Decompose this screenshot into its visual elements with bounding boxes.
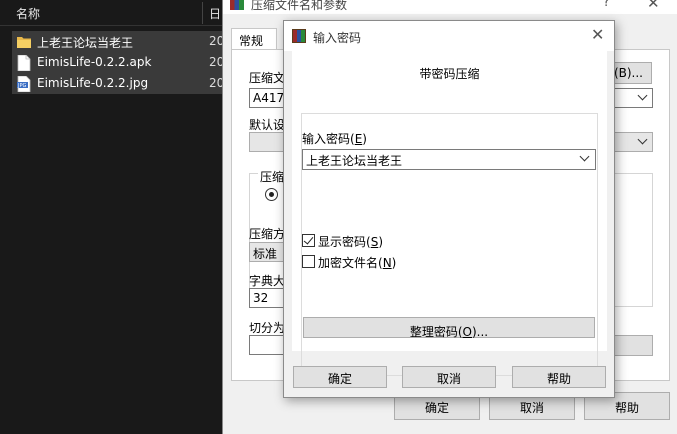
password-value: 上老王论坛当老王 (306, 154, 403, 168)
password-dialog: 输入密码 ✕ 带密码压缩 输入密码(E) 上老王论坛当老王 显示密码(S) 加密… (283, 20, 615, 398)
cancel-label: 取消 (436, 372, 461, 386)
file-name: EimisLife-0.2.2.jpg (37, 76, 149, 90)
winrar-icon (292, 29, 306, 43)
password-panel: 带密码压缩 输入密码(E) 上老王论坛当老王 显示密码(S) 加密文件名(N) … (292, 51, 607, 376)
password-input[interactable]: 上老王论坛当老王 (302, 149, 596, 170)
organize-passwords-button[interactable]: 整理密码(O)... (303, 317, 595, 339)
column-header: 名称 日 (0, 0, 230, 26)
jpg-file-icon: JPG (17, 76, 31, 92)
default-profile-label: 默认设 (249, 118, 286, 132)
file-name: 上老王论坛当老王 (37, 36, 134, 50)
column-separator[interactable] (202, 2, 203, 24)
format-radio[interactable] (265, 188, 278, 201)
encrypt-filenames-checkbox[interactable] (302, 255, 315, 268)
dialog-heading: 带密码压缩 (419, 67, 480, 81)
file-explorer: 名称 日 上老王论坛当老王 20 EimisLife-0.2.2.apk 20 … (0, 0, 230, 434)
tab-general[interactable]: 常规 (231, 28, 277, 50)
column-date-header[interactable]: 日 (209, 5, 221, 22)
file-row[interactable]: EimisLife-0.2.2.apk 20 (12, 52, 230, 73)
chevron-down-icon[interactable] (637, 134, 648, 145)
winrar-icon (230, 0, 244, 10)
ok-label: 确定 (424, 401, 449, 415)
cancel-button[interactable]: 取消 (402, 366, 496, 388)
dictionary-value: 32 (253, 291, 269, 305)
folder-icon (17, 37, 31, 48)
split-label: 切分为 (249, 321, 286, 335)
dialog-titlebar: 压缩文件名和参数 ? ✕ (223, 0, 677, 14)
file-name: EimisLife-0.2.2.apk (37, 55, 152, 69)
column-name-header[interactable]: 名称 (16, 5, 40, 22)
dialog-titlebar: 输入密码 ✕ (284, 21, 614, 51)
chevron-down-icon[interactable] (579, 151, 590, 162)
method-value: 标准 (253, 247, 278, 261)
ok-button[interactable]: 确定 (293, 366, 387, 388)
close-icon[interactable]: ✕ (647, 0, 660, 12)
archive-name-label: 压缩文 (249, 71, 286, 85)
file-row[interactable]: 上老王论坛当老王 20 (12, 31, 230, 52)
help-label: 帮助 (614, 401, 639, 415)
password-input-label: 输入密码(E) (302, 132, 367, 146)
tab-label: 常规 (239, 34, 264, 48)
dialog-title: 输入密码 (313, 31, 362, 45)
svg-text:JPG: JPG (17, 83, 26, 89)
method-label: 压缩方 (249, 227, 286, 241)
close-icon[interactable]: ✕ (591, 25, 604, 44)
browse-label: (B)... (613, 66, 643, 80)
help-button[interactable]: 帮助 (512, 366, 606, 388)
file-row[interactable]: JPG EimisLife-0.2.2.jpg 20 (12, 73, 230, 94)
cancel-label: 取消 (519, 401, 544, 415)
chevron-down-icon[interactable] (637, 90, 648, 101)
dictionary-label: 字典大 (249, 274, 286, 288)
ok-label: 确定 (327, 372, 352, 386)
show-password-label[interactable]: 显示密码(S) (318, 233, 383, 250)
help-label: 帮助 (546, 372, 571, 386)
dialog-title: 压缩文件名和参数 (251, 0, 348, 12)
help-icon[interactable]: ? (603, 0, 610, 10)
organize-passwords-label: 整理密码(O)... (409, 325, 489, 339)
file-icon (17, 55, 31, 71)
encrypt-filenames-label[interactable]: 加密文件名(N) (318, 254, 396, 271)
show-password-checkbox[interactable] (302, 234, 315, 247)
